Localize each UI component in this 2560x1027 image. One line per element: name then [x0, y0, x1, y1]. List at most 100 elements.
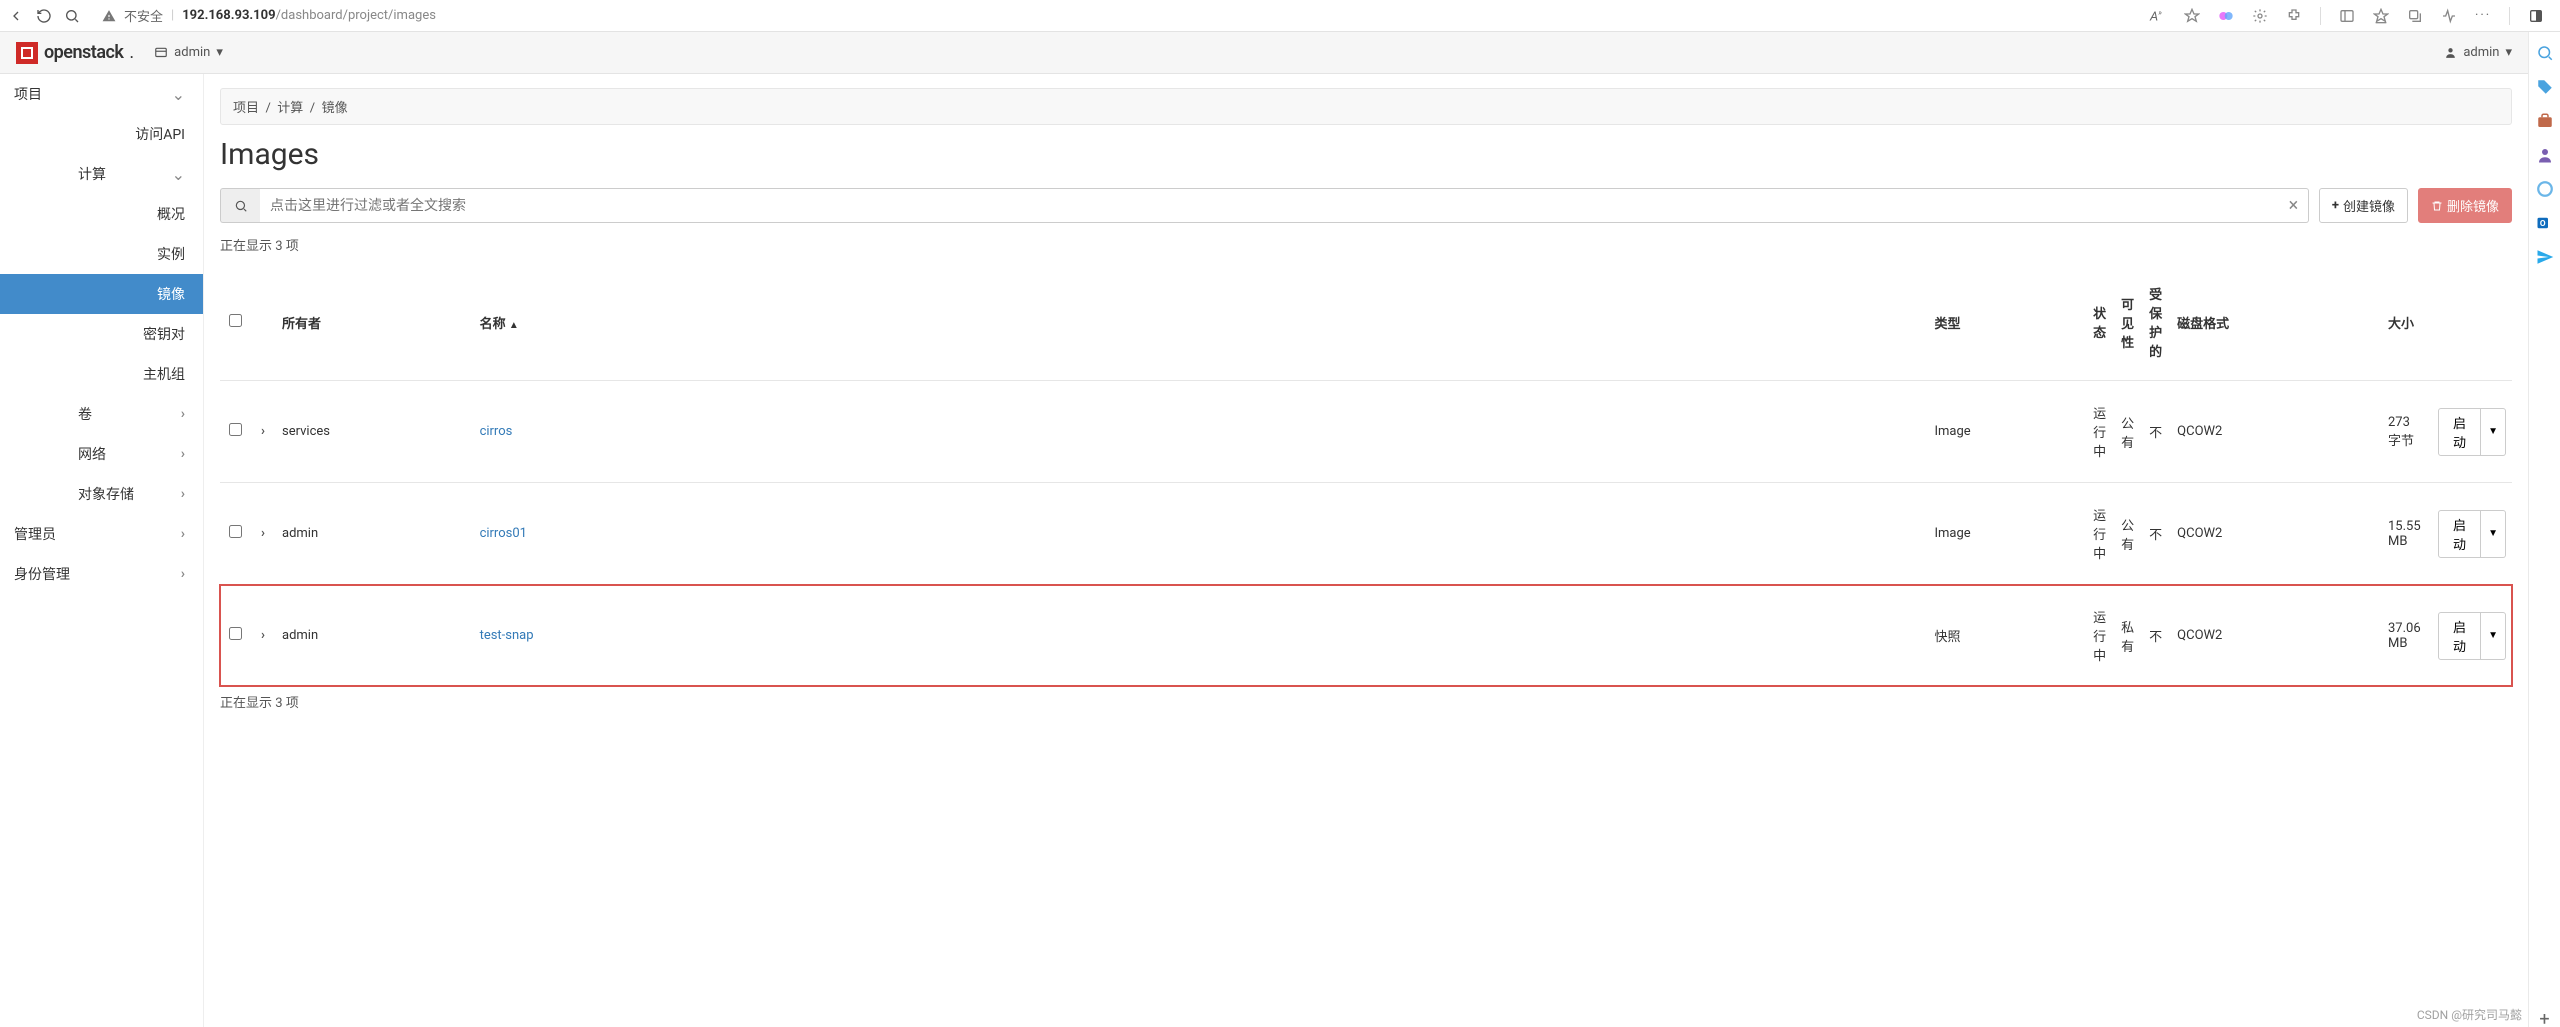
sidebar-toggle-icon[interactable]	[2339, 8, 2355, 24]
domain-selector[interactable]: admin ▾	[154, 45, 223, 60]
edge-add-icon[interactable]: +	[2536, 1009, 2554, 1027]
chevron-right-icon: ›	[181, 446, 185, 462]
row-expand[interactable]: ›	[250, 585, 276, 687]
col-size[interactable]: 大小	[2382, 264, 2432, 381]
edge-search-icon[interactable]	[2536, 44, 2554, 62]
chevron-right-icon: ›	[261, 526, 265, 541]
launch-dropdown[interactable]: ▼	[2481, 510, 2506, 558]
sidebar-item-keypairs[interactable]: 密钥对	[0, 314, 203, 354]
insecure-icon	[102, 9, 116, 23]
sidebar-item-identity[interactable]: 身份管理›	[0, 554, 203, 594]
more-icon[interactable]: ···	[2475, 8, 2491, 24]
sidebar-item-compute[interactable]: 计算⌄	[0, 154, 203, 194]
cell-owner: admin	[276, 483, 474, 585]
chevron-down-icon: ⌄	[172, 165, 185, 184]
col-status[interactable]: 状态	[2087, 264, 2115, 381]
edge-briefcase-icon[interactable]	[2536, 112, 2554, 130]
edge-tag-icon[interactable]	[2536, 78, 2554, 96]
table-row: ›admincirros01Image运行中公有不QCOW215.55 MB启动…	[220, 483, 2512, 585]
col-owner[interactable]: 所有者	[276, 264, 474, 381]
edge-outlook-icon[interactable]: O	[2536, 214, 2554, 232]
chevron-right-icon: ›	[181, 526, 185, 542]
sidebar-item-objectstore[interactable]: 对象存储›	[0, 474, 203, 514]
split-screen-icon[interactable]	[2528, 8, 2544, 24]
sidebar-item-network[interactable]: 网络›	[0, 434, 203, 474]
brand-text: openstack	[44, 42, 123, 63]
collections-icon[interactable]	[2407, 8, 2423, 24]
row-expand[interactable]: ›	[250, 483, 276, 585]
cell-status: 运行中	[2087, 381, 2115, 483]
row-checkbox[interactable]	[229, 627, 242, 640]
col-type[interactable]: 类型	[1928, 264, 2087, 381]
sidebar-item-overview[interactable]: 概况	[0, 194, 203, 234]
row-checkbox[interactable]	[229, 525, 242, 538]
col-name[interactable]: 名称 ▲	[474, 264, 691, 381]
create-image-button[interactable]: + 创建镜像	[2319, 188, 2408, 223]
browser-toolbar: 不安全 | 192.168.93.109/dashboard/project/i…	[0, 0, 2560, 32]
search-input[interactable]	[260, 188, 2279, 223]
cell-protected: 不	[2143, 381, 2171, 483]
caret-down-icon: ▾	[2505, 45, 2512, 60]
sidebar-item-api[interactable]: 访问API	[0, 114, 203, 154]
search-clear[interactable]: ×	[2279, 188, 2309, 223]
cell-size: 15.55 MB	[2382, 483, 2432, 585]
images-table: 所有者 名称 ▲ 类型 状态 可见性 受保护的 磁盘格式 大小 ›service…	[220, 264, 2512, 686]
search-nav-icon[interactable]	[64, 8, 80, 24]
table-row: ›admintest-snap快照运行中私有不QCOW237.06 MB启动▼	[220, 585, 2512, 687]
address-bar[interactable]: 不安全 | 192.168.93.109/dashboard/project/i…	[92, 4, 2138, 28]
col-diskformat[interactable]: 磁盘格式	[2171, 264, 2382, 381]
openstack-logo-icon	[16, 42, 38, 64]
back-icon[interactable]	[8, 8, 24, 24]
user-label: admin	[2463, 45, 2499, 60]
col-visibility[interactable]: 可见性	[2115, 264, 2143, 381]
watermark: CSDN @研究司马懿	[2417, 1006, 2522, 1023]
select-all-checkbox[interactable]	[229, 314, 242, 327]
delete-image-button[interactable]: 删除镜像	[2418, 188, 2512, 223]
sidebar-item-project[interactable]: 项目⌄	[0, 74, 203, 114]
crumb-compute[interactable]: 计算	[277, 101, 303, 116]
chevron-right-icon: ›	[181, 486, 185, 502]
launch-button[interactable]: 启动	[2438, 408, 2481, 456]
cell-visibility: 私有	[2115, 585, 2143, 687]
edge-person-icon[interactable]	[2536, 146, 2554, 164]
search-icon	[234, 199, 248, 213]
launch-button[interactable]: 启动	[2438, 510, 2481, 558]
user-selector[interactable]: admin ▾	[2444, 45, 2512, 60]
settings-ext-icon[interactable]	[2252, 8, 2268, 24]
crumb-project[interactable]: 项目	[233, 101, 259, 116]
trash-icon	[2431, 200, 2443, 212]
favorites-list-icon[interactable]	[2373, 8, 2389, 24]
cell-status: 运行中	[2087, 585, 2115, 687]
extensions-icon[interactable]	[2286, 8, 2302, 24]
cell-status: 运行中	[2087, 483, 2115, 585]
launch-dropdown[interactable]: ▼	[2481, 408, 2506, 456]
search-button[interactable]	[220, 188, 260, 223]
cell-name-link[interactable]: cirros	[480, 424, 513, 439]
read-aloud-icon[interactable]: A»	[2150, 8, 2166, 24]
brand[interactable]: openstack.	[16, 42, 134, 64]
cell-name-link[interactable]: test-snap	[480, 628, 534, 643]
row-count-top: 正在显示 3 项	[220, 235, 2512, 254]
edge-copilot-icon[interactable]	[2536, 180, 2554, 198]
sidebar-item-instances[interactable]: 实例	[0, 234, 203, 274]
sidebar-item-admin[interactable]: 管理员›	[0, 514, 203, 554]
cell-owner: services	[276, 381, 474, 483]
col-protected[interactable]: 受保护的	[2143, 264, 2171, 381]
performance-icon[interactable]	[2441, 8, 2457, 24]
cell-diskformat: QCOW2	[2171, 483, 2382, 585]
cell-visibility: 公有	[2115, 483, 2143, 585]
brain-ext-icon[interactable]	[2218, 8, 2234, 24]
refresh-icon[interactable]	[36, 8, 52, 24]
edge-send-icon[interactable]	[2536, 248, 2554, 266]
launch-button[interactable]: 启动	[2438, 612, 2481, 660]
sidebar-item-volumes[interactable]: 卷›	[0, 394, 203, 434]
favorite-icon[interactable]	[2184, 8, 2200, 24]
sidebar-item-images[interactable]: 镜像	[0, 274, 203, 314]
launch-dropdown[interactable]: ▼	[2481, 612, 2506, 660]
row-checkbox[interactable]	[229, 423, 242, 436]
browser-tools: A» ···	[2150, 7, 2552, 25]
sidebar-item-hostgroups[interactable]: 主机组	[0, 354, 203, 394]
domain-icon	[154, 46, 168, 60]
row-expand[interactable]: ›	[250, 381, 276, 483]
cell-name-link[interactable]: cirros01	[480, 526, 527, 541]
